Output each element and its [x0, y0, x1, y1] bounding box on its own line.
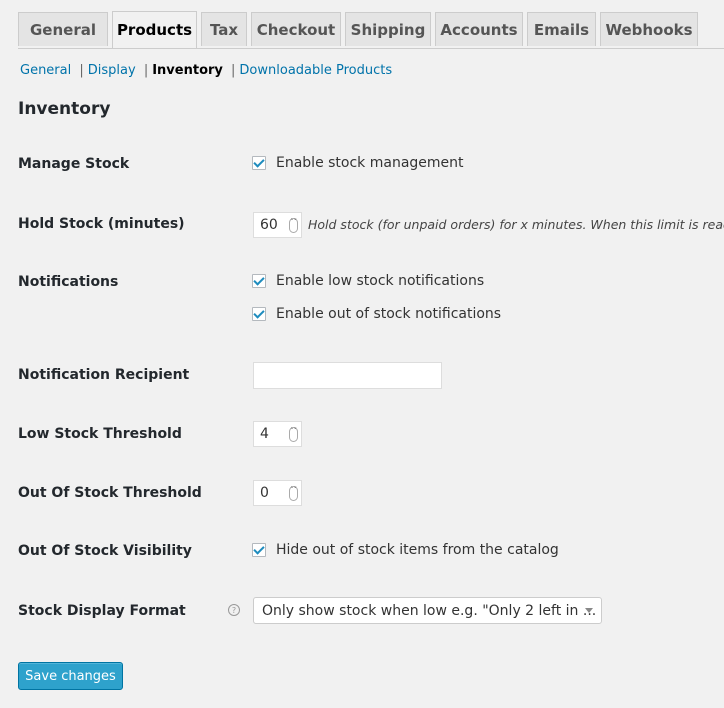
- tab-products[interactable]: Products: [112, 11, 197, 48]
- hide-out-of-stock-checkbox[interactable]: [252, 543, 266, 557]
- settings-tabs: General Products Tax Checkout Shipping A…: [18, 11, 724, 49]
- out-of-stock-threshold-value: 0: [260, 485, 269, 501]
- help-tip-icon[interactable]: ?: [228, 604, 240, 616]
- subnav-general[interactable]: General: [20, 63, 71, 78]
- subnav-downloadable-products[interactable]: Downloadable Products: [239, 63, 392, 78]
- manage-stock-option[interactable]: Enable stock management: [252, 155, 464, 171]
- tab-emails[interactable]: Emails: [527, 12, 596, 46]
- hold-stock-description: Hold stock (for unpaid orders) for x min…: [308, 217, 724, 232]
- hold-stock-value: 60: [260, 217, 278, 233]
- low-stock-notification-option[interactable]: Enable low stock notifications: [252, 273, 484, 289]
- out-of-stock-threshold-input[interactable]: 0 ˄˅: [253, 480, 302, 506]
- hold-stock-input[interactable]: 60 ˄˅: [253, 212, 302, 238]
- hide-out-of-stock-label: Hide out of stock items from the catalog: [276, 542, 559, 558]
- low-stock-notification-label: Enable low stock notifications: [276, 273, 485, 289]
- manage-stock-checkbox-label: Enable stock management: [276, 155, 464, 171]
- subnav-separator: |: [79, 63, 84, 78]
- notification-recipient-label: Notification Recipient: [18, 367, 190, 383]
- hide-out-of-stock-option[interactable]: Hide out of stock items from the catalog: [252, 542, 559, 558]
- stock-display-format-label: Stock Display Format: [18, 603, 186, 619]
- manage-stock-checkbox[interactable]: [252, 156, 266, 170]
- tab-checkout[interactable]: Checkout: [251, 12, 341, 46]
- stock-display-format-selected: Only show stock when low e.g. "Only 2 le…: [262, 602, 597, 619]
- hold-stock-label: Hold Stock (minutes): [18, 216, 185, 232]
- sub-navigation: General | Display | Inventory | Downloadabl…: [20, 63, 392, 78]
- section-title: Inventory: [18, 99, 111, 119]
- out-of-stock-notification-option[interactable]: Enable out of stock notifications: [252, 306, 501, 322]
- out-of-stock-notification-label: Enable out of stock notifications: [276, 306, 502, 322]
- low-stock-threshold-value: 4: [260, 426, 269, 442]
- tab-tax[interactable]: Tax: [201, 12, 247, 46]
- tab-shipping[interactable]: Shipping: [345, 12, 431, 46]
- stock-display-format-select[interactable]: Only show stock when low e.g. "Only 2 le…: [253, 597, 602, 624]
- save-changes-button[interactable]: Save changes: [18, 662, 123, 690]
- low-stock-threshold-label: Low Stock Threshold: [18, 426, 182, 442]
- subnav-inventory-current: Inventory: [152, 63, 223, 78]
- low-stock-notification-checkbox[interactable]: [252, 274, 266, 288]
- number-spinner-icon[interactable]: ˄˅: [289, 427, 298, 442]
- notifications-label: Notifications: [18, 274, 119, 290]
- notification-recipient-input[interactable]: [253, 362, 442, 389]
- out-of-stock-visibility-label: Out Of Stock Visibility: [18, 543, 192, 559]
- low-stock-threshold-input[interactable]: 4 ˄˅: [253, 421, 302, 447]
- number-spinner-icon[interactable]: ˄˅: [289, 486, 298, 501]
- dropdown-arrow-icon: [585, 608, 593, 613]
- subnav-display[interactable]: Display: [88, 63, 136, 78]
- manage-stock-label: Manage Stock: [18, 156, 130, 172]
- tab-webhooks[interactable]: Webhooks: [600, 12, 698, 46]
- tab-accounts[interactable]: Accounts: [435, 12, 523, 46]
- out-of-stock-threshold-label: Out Of Stock Threshold: [18, 485, 202, 501]
- out-of-stock-notification-checkbox[interactable]: [252, 307, 266, 321]
- tab-general[interactable]: General: [18, 12, 108, 46]
- number-spinner-icon[interactable]: ˄˅: [289, 218, 298, 233]
- subnav-separator: |: [143, 63, 149, 78]
- subnav-separator: |: [231, 63, 236, 78]
